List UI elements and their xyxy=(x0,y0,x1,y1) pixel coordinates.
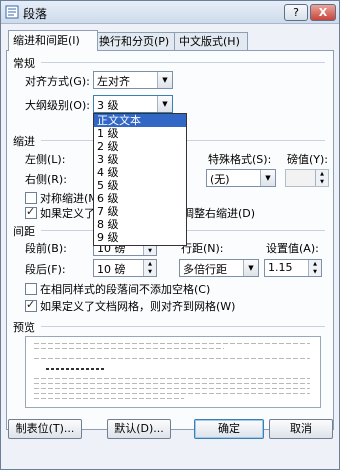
ok-button[interactable]: 确定 xyxy=(194,419,264,439)
at-value-label: 设置值(A): xyxy=(266,242,319,255)
preview-line xyxy=(34,358,310,359)
mirror-indent-checkbox[interactable] xyxy=(25,192,37,204)
no-space-same-style-label: 在相同样式的段落间不添加空格(C) xyxy=(40,283,211,296)
general-heading: 常规 xyxy=(13,57,35,70)
preview-line xyxy=(34,398,184,399)
spin-down-icon[interactable]: ▼ xyxy=(315,178,328,186)
tab-stops-button[interactable]: 制表位(T)... xyxy=(8,419,82,439)
tab-panel: 常规 对齐方式(G): 左对齐 ▼ 大纲级别(O): 3 级 ▼ 缩进 左侧(L… xyxy=(6,50,334,430)
at-value-spinner[interactable]: 1.15 ▲ ▼ xyxy=(264,259,322,277)
space-after-spinner[interactable]: 10 磅 ▲ ▼ xyxy=(93,259,157,277)
preview-line xyxy=(34,378,310,379)
special-format-label: 特殊格式(S): xyxy=(208,153,272,166)
snap-to-grid-checkbox[interactable] xyxy=(25,298,37,312)
dropdown-option-level-6[interactable]: 6 级 xyxy=(94,192,186,205)
dropdown-option-level-5[interactable]: 5 级 xyxy=(94,179,186,192)
spin-down-icon[interactable]: ▼ xyxy=(143,247,156,255)
preview-heading: 预览 xyxy=(13,321,35,334)
no-space-same-style-checkbox[interactable] xyxy=(25,283,37,295)
preview-line xyxy=(34,388,310,389)
preview-line xyxy=(34,383,310,384)
chevron-down-icon: ▼ xyxy=(157,72,172,88)
cancel-button[interactable]: 取消 xyxy=(269,419,333,439)
set-default-button[interactable]: 默认(D)... xyxy=(107,419,171,439)
spin-up-icon[interactable]: ▲ xyxy=(143,260,156,268)
divider xyxy=(41,62,325,63)
space-before-label: 段前(B): xyxy=(25,242,67,255)
paragraph-dialog: 段落 ? X 缩进和间距(I) 换行和分页(P) 中文版式(H) 常规 对齐方式… xyxy=(0,0,340,470)
outline-level-dropdown: 正文文本 1 级 2 级 3 级 4 级 5 级 6 级 7 级 8 级 9 级 xyxy=(93,113,187,246)
chevron-down-icon: ▼ xyxy=(243,260,258,276)
dropdown-option-level-2[interactable]: 2 级 xyxy=(94,140,186,153)
snap-to-grid-label: 如果定义了文档网格，则对齐到网格(W) xyxy=(40,300,236,313)
outline-level-label: 大纲级别(O): xyxy=(25,99,90,112)
preview-line xyxy=(34,343,310,344)
alignment-select[interactable]: 左对齐 ▼ xyxy=(93,71,173,89)
tab-chinese-typography[interactable]: 中文版式(H) xyxy=(174,32,248,50)
spin-up-icon[interactable]: ▲ xyxy=(315,170,328,178)
spin-down-icon[interactable]: ▼ xyxy=(143,268,156,276)
dropdown-option-body-text[interactable]: 正文文本 xyxy=(94,114,186,127)
line-spacing-select[interactable]: 多倍行距 ▼ xyxy=(179,259,259,277)
spin-down-icon[interactable]: ▼ xyxy=(308,268,321,276)
help-button[interactable]: ? xyxy=(284,4,308,21)
indent-right-label: 右侧(R): xyxy=(25,173,67,186)
alignment-label: 对齐方式(G): xyxy=(25,75,90,88)
spacing-heading: 间距 xyxy=(13,225,35,238)
tab-line-page-breaks[interactable]: 换行和分页(P) xyxy=(94,32,181,50)
chevron-down-icon: ▼ xyxy=(157,96,172,112)
title-bar[interactable]: 段落 ? X xyxy=(1,1,339,24)
close-button[interactable]: X xyxy=(310,4,336,21)
paragraph-preview xyxy=(25,336,321,408)
spin-up-icon[interactable]: ▲ xyxy=(308,260,321,268)
dialog-body: 缩进和间距(I) 换行和分页(P) 中文版式(H) 常规 对齐方式(G): 左对… xyxy=(1,24,339,469)
divider xyxy=(41,326,325,327)
preview-line xyxy=(34,393,310,394)
dropdown-option-level-4[interactable]: 4 级 xyxy=(94,166,186,179)
indent-value-label: 磅值(Y): xyxy=(287,153,329,166)
dropdown-option-level-3[interactable]: 3 级 xyxy=(94,153,186,166)
auto-adjust-indent-checkbox[interactable] xyxy=(25,205,37,219)
outline-level-select[interactable]: 3 级 ▼ xyxy=(93,95,173,113)
paragraph-icon xyxy=(5,5,19,19)
chevron-down-icon: ▼ xyxy=(260,170,275,186)
indent-left-label: 左侧(L): xyxy=(25,153,66,166)
indent-heading: 缩进 xyxy=(13,135,35,148)
space-after-label: 段后(F): xyxy=(25,263,66,276)
preview-line xyxy=(34,348,224,349)
preview-sample-text xyxy=(46,368,106,370)
dialog-title: 段落 xyxy=(23,7,48,21)
dropdown-option-level-1[interactable]: 1 级 xyxy=(94,127,186,140)
dropdown-option-level-8[interactable]: 8 级 xyxy=(94,218,186,231)
tab-indent-spacing[interactable]: 缩进和间距(I) xyxy=(8,30,98,51)
indent-value-spinner[interactable]: ▲ ▼ xyxy=(285,169,329,187)
special-format-select[interactable]: (无) ▼ xyxy=(206,169,276,187)
dropdown-option-level-9[interactable]: 9 级 xyxy=(94,231,186,244)
line-spacing-label: 行距(N): xyxy=(181,242,224,255)
dropdown-option-level-7[interactable]: 7 级 xyxy=(94,205,186,218)
